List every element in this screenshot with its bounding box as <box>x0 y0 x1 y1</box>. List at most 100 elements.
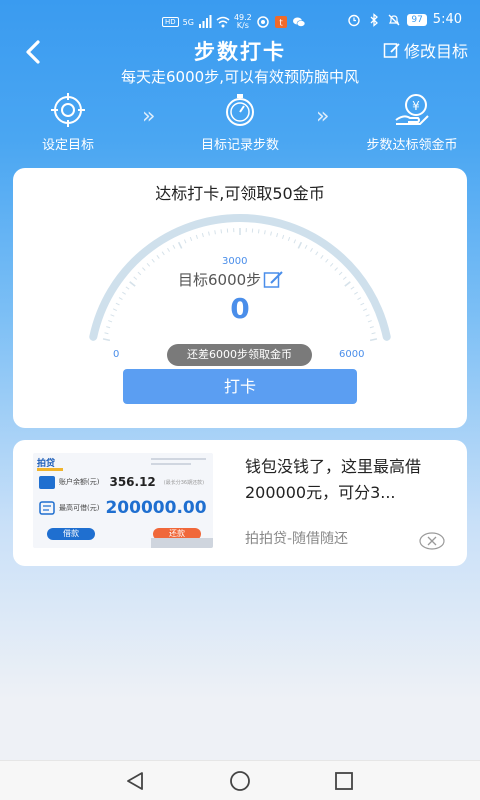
gauge-tick-mark <box>369 326 374 329</box>
hd-badge: HD <box>162 17 179 27</box>
ad-card[interactable]: 拍贷 账户余额(元) 356.12 (最长分36期还款) 最高可借(元) 200… <box>13 440 467 566</box>
gauge-tick-mark <box>161 251 165 256</box>
battery-indicator: 97 <box>407 13 427 26</box>
ad-balance-note: (最长分36期还款) <box>163 479 205 486</box>
gauge-tick-mid: 3000 <box>222 256 248 267</box>
gauge-tick-mark <box>142 267 146 271</box>
gauge-tick-max: 6000 <box>339 349 365 360</box>
gauge-tick-mark <box>293 239 297 244</box>
step-label: 目标记录步数 <box>200 138 279 153</box>
ad-borrow-button: 借款 <box>47 528 95 540</box>
checkin-button[interactable]: 打卡 <box>123 369 357 404</box>
gauge-tick-mark <box>214 230 216 235</box>
ad-limit-label: 最高可借(元) <box>59 504 100 512</box>
gauge-tick-mark <box>320 255 324 259</box>
step-claim-coins: ¥ 步数达标领金币 <box>352 92 472 153</box>
gauge-tick-mark <box>201 233 204 238</box>
ad-balance-row: 账户余额(元) 356.12 (最长分36期还款) <box>39 475 204 489</box>
gauge-tick-mark <box>102 338 111 342</box>
edit-target-label: 修改目标 <box>403 42 468 61</box>
step-record-steps: 目标记录步数 <box>180 92 300 153</box>
alarm-icon <box>348 14 361 26</box>
ad-limit-value: 200000.00 <box>105 498 207 518</box>
gauge-tick-mark <box>137 271 142 276</box>
wechat-icon <box>292 17 306 27</box>
gauge-tick-mark <box>276 233 279 238</box>
ad-balance-value: 356.12 <box>109 475 156 489</box>
gauge-tick-mark <box>287 236 291 242</box>
gauge-tick-mark <box>282 234 285 239</box>
gauge-tick-mark <box>329 262 334 267</box>
ad-headline[interactable]: 钱包没钱了，这里最高借200000元，可分3... <box>245 454 450 506</box>
ad-logo-bar <box>37 468 63 471</box>
ad-decoration <box>151 458 206 460</box>
app-notification-icon <box>257 16 269 28</box>
svg-text:t: t <box>279 19 283 29</box>
gauge-tick-min: 0 <box>113 349 120 360</box>
gauge-tick-mark <box>369 338 378 342</box>
nav-recents-icon[interactable] <box>333 770 355 792</box>
speed-unit: K/s <box>236 21 249 30</box>
edit-target-button[interactable]: 修改目标 <box>383 38 468 62</box>
wallet-icon <box>39 475 55 489</box>
network-label: 5G <box>182 17 194 27</box>
gauge-tick-mark <box>342 276 347 280</box>
step-label: 步数达标领金币 <box>366 138 458 153</box>
gauge-tick-mark <box>183 239 187 244</box>
ad-decoration <box>151 538 213 548</box>
gauge-tick-mark <box>344 281 351 287</box>
ad-close-icon[interactable] <box>419 532 445 550</box>
gauge-target: 目标6000步 <box>178 269 285 290</box>
gauge-tick-mark <box>172 244 176 249</box>
stopwatch-icon <box>226 94 254 126</box>
ad-decoration <box>151 463 191 465</box>
gauge-tick-mark <box>146 262 151 267</box>
ad-limit-row: 最高可借(元) 200000.00 <box>39 498 207 518</box>
gauge-tick-mark <box>338 271 343 276</box>
gauge-tick-mark <box>297 241 303 249</box>
gauge-tick-mark <box>264 230 266 235</box>
svg-text:¥: ¥ <box>412 99 420 113</box>
subtitle: 每天走6000步,可以有效预防脑中风 <box>121 68 359 86</box>
wifi-icon <box>216 16 230 28</box>
gauge-tick-mark <box>125 286 130 290</box>
ad-image[interactable]: 拍贷 账户余额(元) 356.12 (最长分36期还款) 最高可借(元) 200… <box>33 453 213 548</box>
steps-row: 设定目标 » 目标记录步数 » ¥ 步数达标领金币 <box>0 92 480 153</box>
gauge-tick-mark <box>220 229 223 234</box>
nav-home-icon[interactable] <box>229 770 251 792</box>
gauge-tick-mark <box>304 244 308 249</box>
ad-source: 拍拍贷-随借随还 <box>245 531 349 547</box>
gauge-tick-mark <box>189 236 193 242</box>
step-arrow-icon: » <box>316 104 330 129</box>
gauge-tick-mark <box>315 251 319 256</box>
edit-icon <box>383 43 400 58</box>
gauge-tick-mark <box>257 229 260 234</box>
step-arrow-icon: » <box>142 104 156 129</box>
gauge-tick-mark <box>106 326 111 329</box>
status-left: HD 5G 49.2 K/s t <box>162 14 306 30</box>
signal-icon <box>198 15 212 28</box>
target-icon <box>51 93 85 127</box>
gauge-tick-mark <box>177 241 183 249</box>
nav-back-icon[interactable] <box>124 770 146 792</box>
mute-icon <box>388 14 400 25</box>
coin-hand-icon: ¥ <box>395 94 429 125</box>
taobao-notification-icon: t <box>274 16 287 29</box>
id-card-icon <box>39 501 55 515</box>
target-steps-label: 目标6000步 <box>178 271 262 289</box>
gauge-tick-mark <box>208 231 210 236</box>
gauge-tick-mark <box>371 332 376 335</box>
current-steps-value: 0 <box>230 292 250 325</box>
edit-target-icon[interactable] <box>263 270 285 290</box>
ad-balance-label: 账户余额(元) <box>59 478 100 486</box>
gauge-tick-mark <box>310 247 313 252</box>
system-nav-bar <box>0 760 480 800</box>
status-right: 97 5:40 <box>347 12 462 27</box>
gauge-tick-mark <box>129 281 136 287</box>
gauge-tick-mark <box>156 255 160 259</box>
step-label: 设定目标 <box>41 138 94 153</box>
gauge-tick-mark <box>167 247 170 252</box>
remaining-steps-tooltip: 还差6000步领取金币 <box>167 344 312 366</box>
gauge-tick-mark <box>325 258 329 263</box>
gauge-tick-mark <box>334 267 338 271</box>
